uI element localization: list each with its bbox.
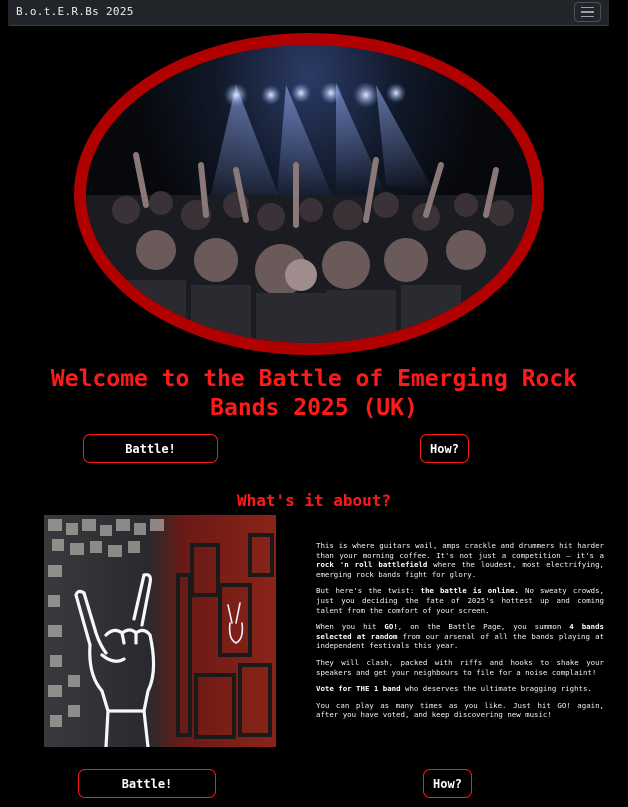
battle-button-bottom[interactable]: Battle! <box>78 769 216 798</box>
battle-button[interactable]: Battle! <box>83 434 218 463</box>
about-paragraph-3: When you hit GO!, on the Battle Page, yo… <box>316 622 605 651</box>
about-text: This is where guitars wail, amps crackle… <box>316 541 604 727</box>
about-paragraph-4: They will clash, packed with riffs and h… <box>316 657 604 677</box>
crowd-photo <box>86 45 532 343</box>
how-button[interactable]: How? <box>420 434 469 463</box>
about-paragraph-6: You can play as many times as you like. … <box>316 700 604 720</box>
navbar: B.o.t.E.R.Bs 2025 <box>8 0 609 26</box>
about-paragraph-2: But here's the twist: the battle is onli… <box>316 586 604 615</box>
about-paragraph-1: This is where guitars wail, amps crackle… <box>316 541 604 579</box>
brand-link[interactable]: B.o.t.E.R.Bs 2025 <box>16 5 134 18</box>
navbar-toggler[interactable] <box>574 2 601 22</box>
how-button-bottom[interactable]: How? <box>423 769 472 798</box>
about-heading: What's it about? <box>236 491 392 510</box>
hero-image-frame <box>74 33 544 355</box>
about-paragraph-5: Vote for THE 1 band who deserves the ult… <box>316 684 592 694</box>
neon-rock-hand-photo <box>44 515 276 747</box>
page-title: Welcome to the Battle of Emerging Rock B… <box>50 366 578 421</box>
hamburger-icon <box>581 6 594 9</box>
